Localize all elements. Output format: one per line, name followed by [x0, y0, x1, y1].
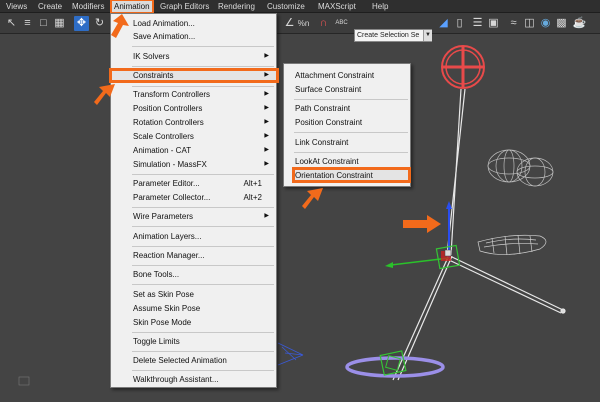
bone-chain[interactable]	[392, 88, 566, 381]
menu-separator	[132, 284, 274, 285]
menu-separator	[132, 351, 274, 352]
menu-graph-editors[interactable]: Graph Editors	[160, 0, 209, 13]
select-icon[interactable]: ↖	[4, 16, 19, 31]
mirror-icon[interactable]: ◢	[436, 16, 451, 31]
menu-item-animation-cat[interactable]: Animation - CAT ▶	[111, 144, 276, 157]
menu-separator	[294, 152, 408, 153]
callout-arrow-viewport-object	[403, 215, 441, 233]
menu-item-toggle-limits[interactable]: Toggle Limits	[111, 335, 276, 348]
menu-separator	[132, 66, 274, 67]
chevron-right-icon: ▶	[264, 133, 269, 139]
menu-separator	[132, 332, 274, 333]
region-icon[interactable]: □	[36, 16, 51, 31]
chevron-right-icon: ▶	[264, 105, 269, 111]
edit-named-selection-icon[interactable]: ABC	[334, 16, 349, 31]
menu-item-assume-skin-pose[interactable]: Assume Skin Pose	[111, 302, 276, 315]
chevron-right-icon: ▶	[264, 161, 269, 167]
menu-item-surface-constraint[interactable]: Surface Constraint	[284, 83, 410, 96]
render-icon[interactable]: ☕	[572, 16, 587, 31]
menu-rendering[interactable]: Rendering	[218, 0, 255, 13]
angle-snap-icon[interactable]: ∠	[282, 16, 297, 31]
menu-item-walkthrough-assistant[interactable]: Walkthrough Assistant...	[111, 373, 276, 386]
purple-circle-helper[interactable]	[345, 350, 445, 378]
menu-separator	[132, 370, 274, 371]
layers-icon[interactable]: ☰	[470, 16, 485, 31]
small-helper[interactable]	[18, 376, 30, 386]
callout-arrow-animation-menu	[111, 14, 129, 38]
percent-snap-icon[interactable]: %n	[296, 16, 311, 31]
material-editor-icon[interactable]: ◉	[538, 16, 553, 31]
menu-separator	[294, 99, 408, 100]
menu-item-skin-pose-mode[interactable]: Skin Pose Mode	[111, 316, 276, 329]
menu-item-path-constraint[interactable]: Path Constraint	[284, 102, 410, 115]
menu-separator	[132, 226, 274, 227]
menu-modifiers[interactable]: Modifiers	[72, 0, 104, 13]
menu-item-wire-parameters[interactable]: Wire Parameters ▶	[111, 210, 276, 223]
menu-item-transform-controllers[interactable]: Transform Controllers ▶	[111, 88, 276, 101]
menu-item-animation-layers[interactable]: Animation Layers...	[111, 230, 276, 243]
callout-arrow-constraints	[94, 84, 115, 105]
callout-arrow-orientation-constraint	[302, 188, 323, 209]
chevron-right-icon: ▶	[264, 213, 269, 219]
chevron-right-icon: ▶	[264, 72, 269, 78]
menu-item-parameter-collector[interactable]: Parameter Collector... Alt+2	[111, 191, 276, 204]
spinner-snap-icon[interactable]: ∩	[316, 16, 331, 31]
menu-separator	[294, 132, 408, 133]
menu-item-orientation-constraint[interactable]: Orientation Constraint	[284, 169, 410, 182]
main-toolbar: ↖ ≡ □ ▦ ✥ ↻ ∩ ∠ %n ∩ ABC Create Selectio…	[0, 13, 600, 42]
menu-item-reaction-manager[interactable]: Reaction Manager...	[111, 249, 276, 262]
menu-separator	[132, 46, 274, 47]
menu-item-load-animation[interactable]: Load Animation...	[111, 17, 276, 30]
menu-separator	[132, 86, 274, 87]
menu-item-save-animation[interactable]: Save Animation...	[111, 30, 276, 43]
transform-gizmo[interactable]	[385, 201, 461, 270]
window-crossing-icon[interactable]: ▦	[52, 16, 67, 31]
rotate-icon[interactable]: ↻	[92, 16, 107, 31]
menu-animation[interactable]: Animation	[110, 0, 154, 14]
curve-editor-icon[interactable]: ≈	[506, 16, 521, 31]
menu-item-link-constraint[interactable]: Link Constraint	[284, 136, 410, 149]
menu-customize[interactable]: Customize	[267, 0, 305, 13]
menu-item-simulation-massfx[interactable]: Simulation - MassFX ▶	[111, 158, 276, 171]
menu-create[interactable]: Create	[38, 0, 62, 13]
menu-item-rotation-controllers[interactable]: Rotation Controllers ▶	[111, 116, 276, 129]
menu-item-scale-controllers[interactable]: Scale Controllers ▶	[111, 130, 276, 143]
menu-separator	[132, 265, 274, 266]
menu-item-position-controllers[interactable]: Position Controllers ▶	[111, 102, 276, 115]
render-setup-icon[interactable]: ▩	[554, 16, 569, 31]
schematic-icon[interactable]: ◫	[522, 16, 537, 31]
chevron-right-icon: ▶	[264, 119, 269, 125]
graphite-icon[interactable]: ▣	[486, 16, 501, 31]
menu-item-bone-tools[interactable]: Bone Tools...	[111, 268, 276, 281]
menu-separator	[132, 207, 274, 208]
menu-views[interactable]: Views	[6, 0, 27, 13]
move-icon[interactable]: ✥	[74, 16, 89, 31]
menu-item-ik-solvers[interactable]: IK Solvers ▶	[111, 50, 276, 63]
menu-item-attachment-constraint[interactable]: Attachment Constraint	[284, 69, 410, 82]
red-circle-helper[interactable]	[441, 45, 485, 89]
animation-menu: Load Animation... Save Animation... IK S…	[109, 13, 279, 388]
menu-separator	[132, 174, 274, 175]
menu-item-parameter-editor[interactable]: Parameter Editor... Alt+1	[111, 177, 276, 190]
wireframe-sphere[interactable]	[487, 149, 554, 187]
blue-helper[interactable]	[277, 342, 304, 366]
menu-item-delete-selected-animation[interactable]: Delete Selected Animation	[111, 354, 276, 367]
chevron-right-icon: ▶	[264, 91, 269, 97]
menu-item-constraints[interactable]: Constraints ▶	[111, 69, 276, 82]
menu-separator	[132, 246, 274, 247]
wireframe-foot[interactable]	[477, 234, 547, 256]
constraints-submenu: Attachment Constraint Surface Constraint…	[283, 63, 411, 187]
menu-item-position-constraint[interactable]: Position Constraint	[284, 116, 410, 129]
menu-bar: Views Create Modifiers Animation Graph E…	[0, 0, 600, 14]
select-by-name-icon[interactable]: ≡	[20, 16, 35, 31]
menu-maxscript[interactable]: MAXScript	[318, 0, 356, 13]
menu-help[interactable]: Help	[372, 0, 388, 13]
align-icon[interactable]: ▯	[452, 16, 467, 31]
chevron-right-icon: ▶	[264, 53, 269, 59]
menu-item-set-as-skin-pose[interactable]: Set as Skin Pose	[111, 288, 276, 301]
chevron-right-icon: ▶	[264, 147, 269, 153]
